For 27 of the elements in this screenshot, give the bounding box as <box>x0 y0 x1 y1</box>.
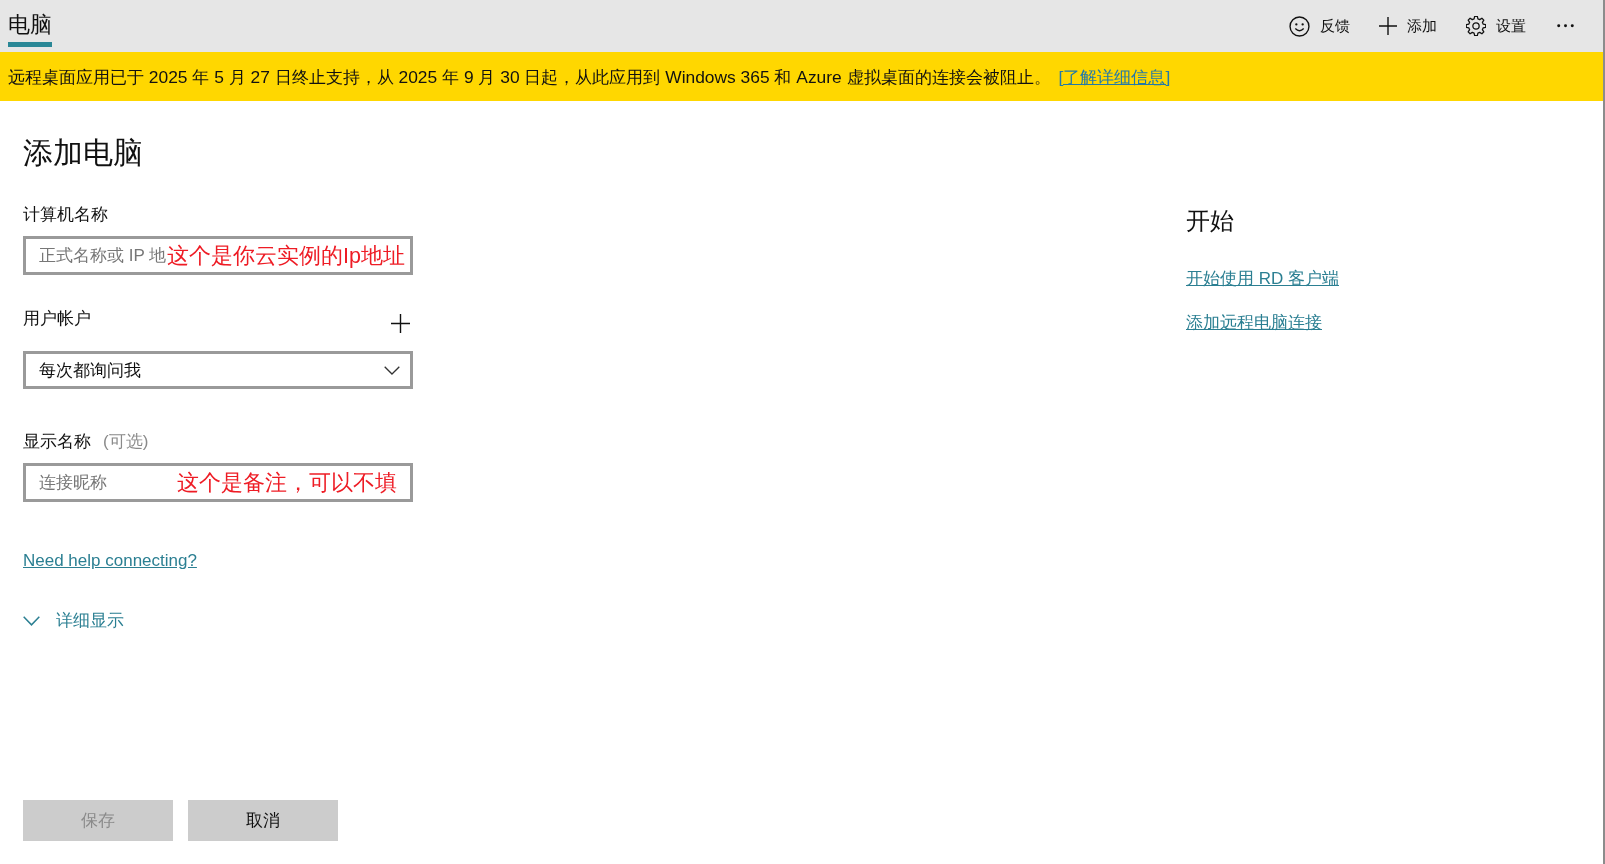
more-icon <box>1557 24 1574 28</box>
account-dropdown[interactable]: 每次都询问我 <box>23 351 413 389</box>
getting-started-link[interactable]: 开始使用 RD 客户端 <box>1186 267 1339 291</box>
field-label: 计算机名称 <box>23 204 108 226</box>
field-label: 用户帐户 <box>23 308 91 330</box>
settings-icon <box>1466 16 1486 36</box>
add-button[interactable]: 添加 <box>1379 12 1437 40</box>
tab[interactable]: 电脑 <box>8 0 52 47</box>
optional-hint: (可选) <box>103 431 149 453</box>
learn-more-link[interactable]: [了解详细信息] <box>1058 64 1171 89</box>
notice-text: 远程桌面应用已于 2025 年 5 月 27 日终止支持，从 2025 年 9 月 30 日起，从此应用到 Windows 365 和 Azure 虚拟桌面的连接会被阻止。 <box>8 65 1051 89</box>
settings-button[interactable]: 设置 <box>1466 12 1526 40</box>
feedback-button[interactable]: 反馈 <box>1289 11 1350 41</box>
section-title: 开始 <box>1186 206 1234 236</box>
annotation-note: 这个是备注，可以不填 <box>177 469 397 497</box>
field-label: 显示名称 <box>23 431 91 453</box>
getting-started-link[interactable]: 添加远程电脑连接 <box>1186 311 1322 335</box>
chevron-down-icon <box>384 365 400 375</box>
add-account-button[interactable] <box>391 313 410 333</box>
annotation-note: 这个是你云实例的Ip地址 <box>167 242 405 270</box>
cancel-button[interactable]: 取消 <box>188 800 338 841</box>
details-toggle[interactable]: 详细显示 <box>23 609 124 633</box>
plus-icon <box>391 313 410 333</box>
help-link[interactable]: Need help connecting? <box>23 549 197 573</box>
page-title: 添加电脑 <box>23 135 143 171</box>
plus-icon <box>1379 17 1397 35</box>
smiley-icon <box>1289 15 1310 37</box>
